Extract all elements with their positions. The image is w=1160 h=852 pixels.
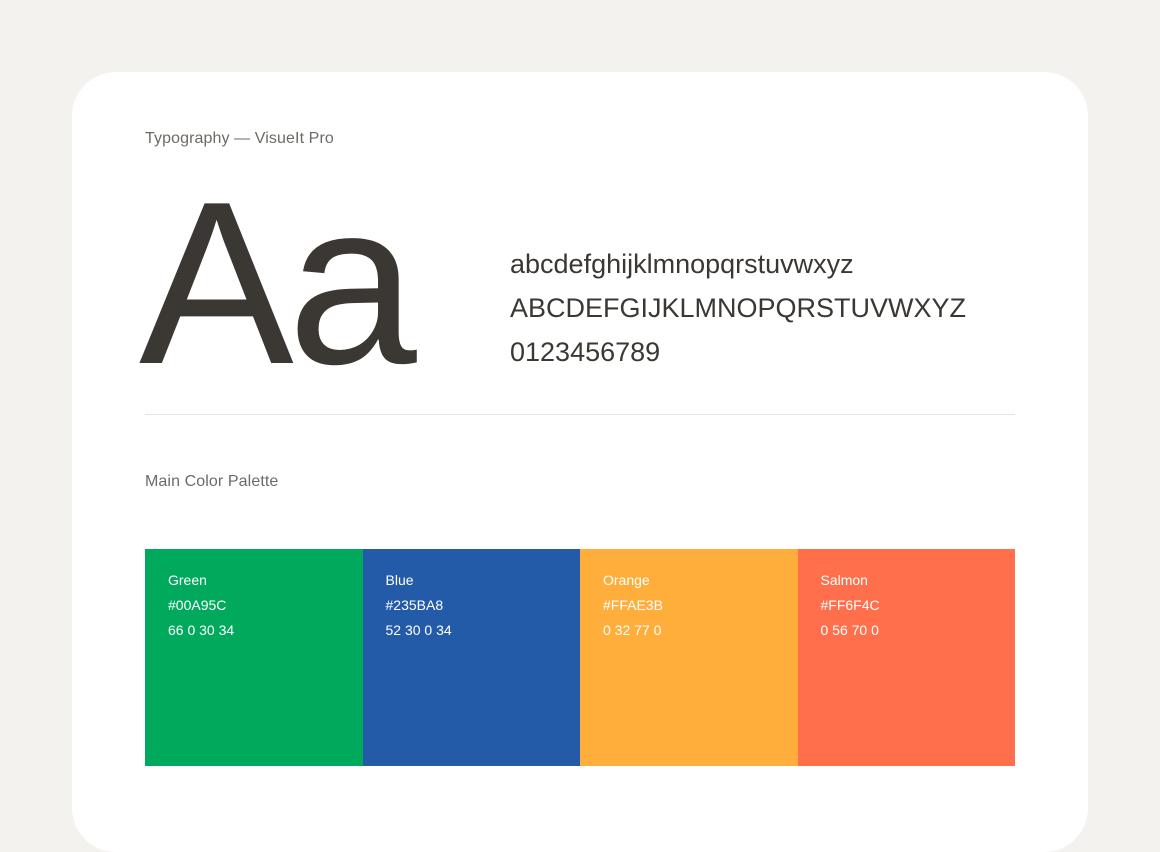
type-specimen: Aa: [139, 154, 417, 413]
swatch-blue: Blue #235BA8 52 30 0 34: [362, 549, 580, 766]
color-palette: Green #00A95C 66 0 30 34 Blue #235BA8 52…: [145, 549, 1015, 766]
lowercase-alphabet: abcdefghijklmnopqrstuvwxyz: [510, 249, 854, 279]
swatch-cmyk: 66 0 30 34: [168, 622, 235, 638]
section-divider: [145, 414, 1015, 415]
swatch-hex: #235BA8: [385, 597, 444, 613]
swatch-name: Blue: [385, 572, 414, 588]
digits: 0123456789: [510, 337, 661, 367]
swatch-hex: #FF6F4C: [820, 597, 880, 613]
swatch-orange: Orange #FFAE3B 0 32 77 0: [580, 549, 798, 766]
swatch-hex: #00A95C: [168, 597, 227, 613]
uppercase-alphabet: ABCDEFGIJKLMNOPQRSTUVWXYZ: [510, 293, 967, 323]
swatch-salmon: Salmon #FF6F4C 0 56 70 0: [797, 549, 1015, 766]
swatch-name: Salmon: [820, 572, 868, 588]
palette-title: Main Color Palette: [145, 473, 279, 490]
swatch-name: Green: [168, 572, 207, 588]
swatch-name: Orange: [603, 572, 650, 588]
swatch-hex: #FFAE3B: [603, 597, 663, 613]
typography-title: Typography — VisueIt Pro: [145, 130, 334, 147]
swatch-green: Green #00A95C 66 0 30 34: [145, 549, 363, 766]
character-set: abcdefghijklmnopqrstuvwxyz ABCDEFGIJKLMN…: [510, 242, 966, 374]
style-guide-card: Typography — VisueIt Pro Aa abcdefghijkl…: [72, 72, 1088, 852]
swatch-cmyk: 52 30 0 34: [385, 622, 452, 638]
swatch-cmyk: 0 32 77 0: [603, 622, 662, 638]
swatch-cmyk: 0 56 70 0: [820, 622, 879, 638]
